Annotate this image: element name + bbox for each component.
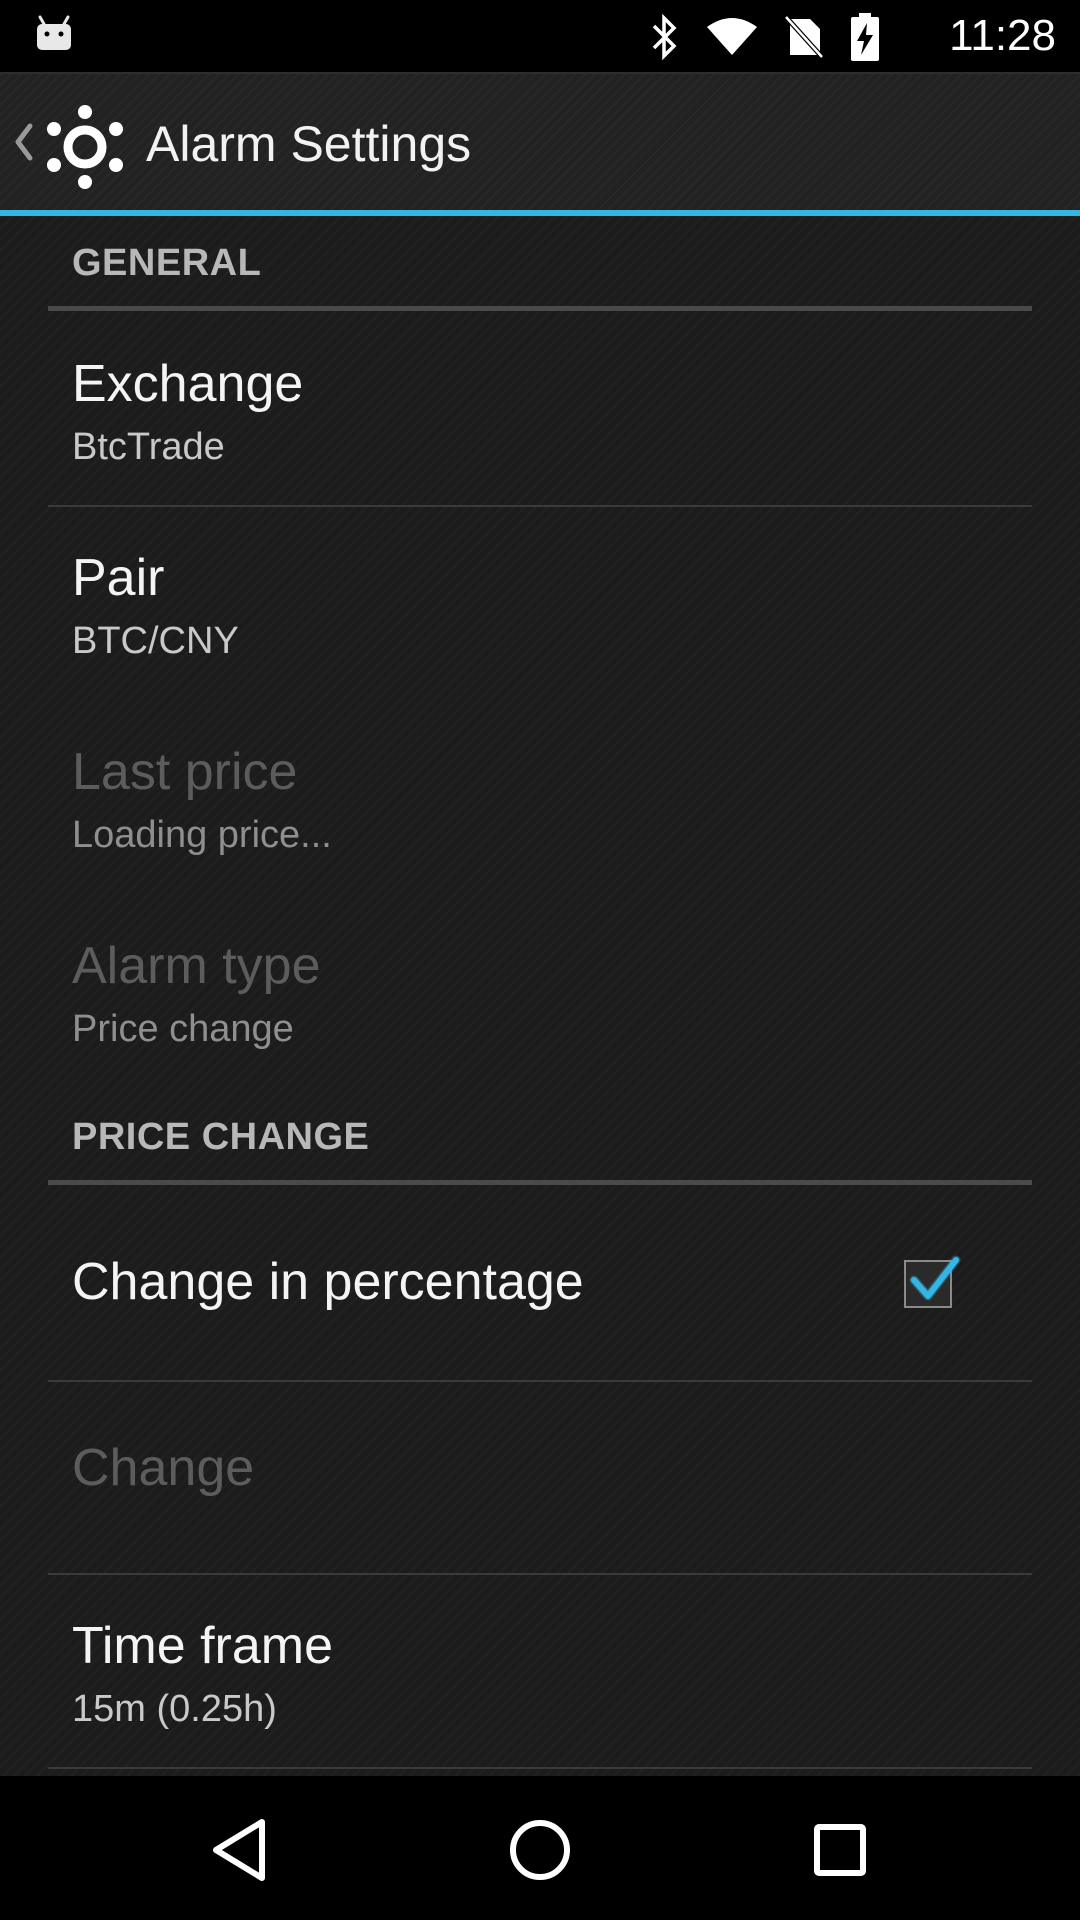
app-logo-icon	[47, 105, 123, 189]
pref-change: Change	[0, 1382, 1080, 1572]
change-in-percentage-checkbox[interactable]	[904, 1255, 961, 1308]
pref-title: Alarm type	[72, 937, 321, 995]
no-sim-icon	[784, 15, 824, 59]
section-header-rule	[48, 1180, 1032, 1185]
nav-home-button[interactable]	[502, 1812, 578, 1888]
pref-summary: BtcTrade	[72, 426, 225, 468]
list-divider	[48, 505, 1032, 507]
pref-pair[interactable]: Pair BTC/CNY	[0, 508, 1080, 698]
list-divider	[48, 1573, 1032, 1575]
wifi-icon	[707, 18, 757, 55]
status-bar: 11:28	[0, 0, 1080, 72]
pref-title: Pair	[72, 549, 165, 607]
section-header-rule	[48, 306, 1032, 311]
pref-title: Exchange	[72, 355, 304, 413]
pref-summary: Loading price...	[72, 814, 332, 856]
section-header-label: GENERAL	[72, 242, 262, 284]
page-title: Alarm Settings	[146, 116, 472, 172]
home-circle-icon	[510, 1820, 570, 1880]
navigation-bar	[0, 1776, 1080, 1920]
back-triangle-icon	[213, 1819, 265, 1881]
android-icon	[37, 15, 71, 50]
pref-title: Time frame	[72, 1617, 333, 1675]
pref-title: Change in percentage	[72, 1253, 584, 1311]
preferences-list[interactable]: GENERAL Exchange BtcTrade Pair BTC/CNY L…	[0, 216, 1080, 1776]
battery-charging-icon	[851, 13, 879, 61]
pref-title: Change	[72, 1439, 255, 1497]
section-header-label: PRICE CHANGE	[72, 1116, 370, 1158]
action-bar[interactable]: Alarm Settings	[0, 72, 1080, 212]
nav-recents-button[interactable]	[802, 1812, 878, 1888]
nav-back-button[interactable]	[202, 1812, 278, 1888]
recents-square-icon	[814, 1824, 866, 1876]
status-time: 11:28	[949, 11, 1056, 60]
pref-summary: 15m (0.25h)	[72, 1688, 277, 1730]
alarm-settings-screen: 11:28 Alarm Settings GENERAL Exchange Bt…	[0, 0, 1080, 1920]
list-divider	[48, 1767, 1032, 1769]
status-icons	[650, 13, 880, 61]
pref-alarm-type: Alarm type Price change	[0, 896, 1080, 1086]
pref-summary: BTC/CNY	[72, 620, 239, 662]
checkmark-icon	[909, 1255, 961, 1301]
bluetooth-icon	[652, 14, 677, 60]
pref-time-frame[interactable]: Time frame 15m (0.25h)	[0, 1576, 1080, 1766]
pref-last-price: Last price Loading price...	[0, 702, 1080, 892]
pref-summary: Price change	[72, 1008, 294, 1050]
pref-exchange[interactable]: Exchange BtcTrade	[0, 314, 1080, 504]
pref-title: Last price	[72, 743, 298, 801]
pref-change-in-percentage[interactable]: Change in percentage	[0, 1188, 1080, 1378]
back-chevron-icon[interactable]	[10, 116, 36, 168]
